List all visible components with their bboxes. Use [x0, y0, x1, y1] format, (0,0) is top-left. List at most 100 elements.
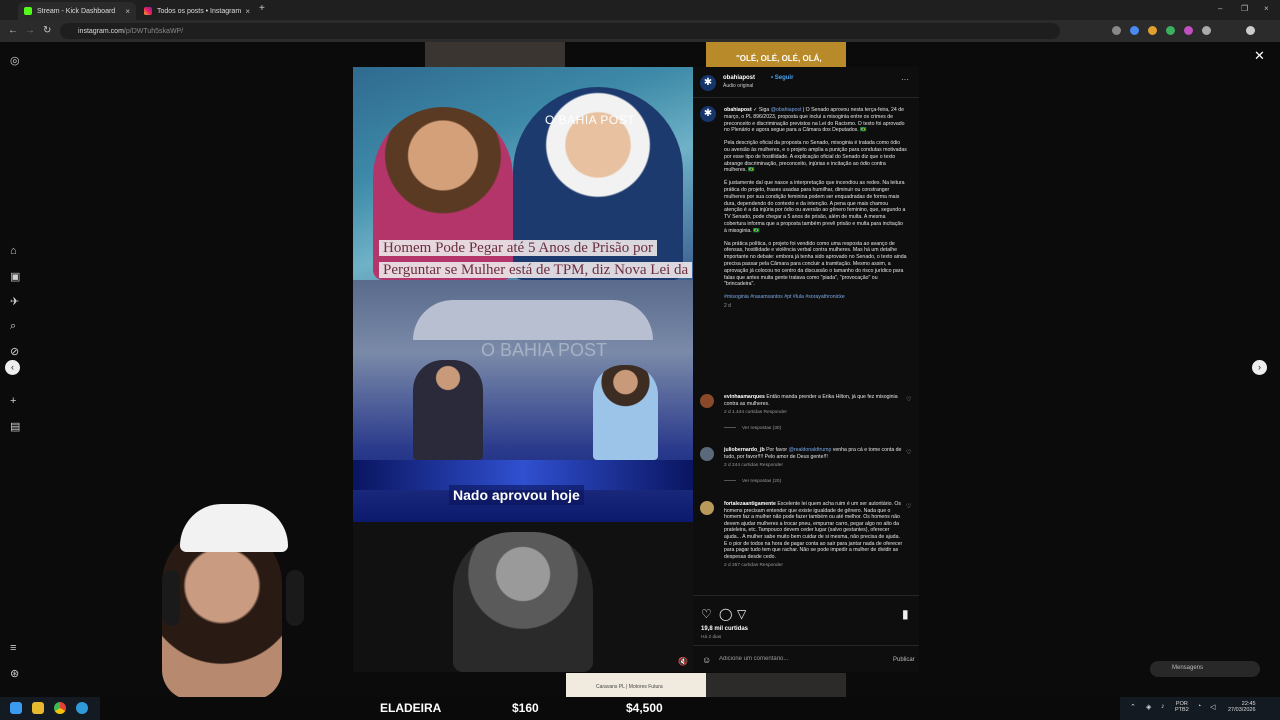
extension-icon[interactable] — [1184, 26, 1193, 35]
news-anchor-figure — [593, 365, 658, 460]
instagram-logo-icon[interactable]: ◎ — [10, 54, 20, 67]
post-caption: obahiapost ✓ Siga @obahiapost | O Senado… — [724, 107, 907, 310]
extensions-puzzle-icon[interactable] — [1202, 26, 1211, 35]
streamer-cap — [180, 504, 288, 552]
author-username[interactable]: obahiapost — [723, 75, 755, 81]
clock[interactable]: 22:45 27/03/2026 — [1228, 701, 1256, 713]
tab-close-icon[interactable]: × — [245, 7, 250, 16]
commenter-username[interactable]: evinhaamarques — [724, 394, 765, 400]
emoji-icon[interactable]: ☺ — [702, 655, 711, 665]
heart-icon[interactable]: ♡ — [906, 503, 911, 510]
previous-post-icon[interactable]: ‹ — [5, 360, 20, 375]
comment-icon[interactable]: ◯ — [719, 607, 732, 621]
network-icon[interactable]: ◈ — [1146, 703, 1151, 711]
comment-meta[interactable]: 2 d 1.444 curtidas Responder — [724, 410, 904, 417]
extension-icon[interactable] — [1166, 26, 1175, 35]
chevron-up-icon[interactable]: ⌃ — [1130, 703, 1136, 711]
chrome-icon[interactable] — [54, 702, 66, 714]
heart-icon[interactable]: ♡ — [906, 449, 911, 456]
caption-mention[interactable]: @obahiapost — [771, 107, 802, 113]
extension-icon[interactable] — [1112, 26, 1121, 35]
back-button[interactable]: ← — [8, 25, 18, 36]
caption-time: 2 d — [724, 302, 731, 309]
wifi-icon[interactable]: ◔ — [1197, 703, 1201, 710]
background-post-text: "OLÉ, OLÉ, OLÉ, OLÁ, — [736, 54, 822, 63]
divider — [693, 645, 919, 646]
comment-meta[interactable]: 2 d 244 curtidas Responder — [724, 463, 904, 470]
commenter-username[interactable]: fortalezaantigamente — [724, 501, 776, 507]
extension-icon[interactable] — [1130, 26, 1139, 35]
likes-count[interactable]: 19,8 mil curtidas — [701, 626, 748, 632]
share-icon[interactable]: ▽ — [737, 607, 746, 621]
news-video-frame: O BAHIA POST Nado aprovou hoje — [353, 280, 693, 522]
messages-icon[interactable]: ✈ — [10, 295, 19, 308]
post-age: Há 2 dias — [701, 635, 722, 640]
url-input[interactable]: instagram.com/p/DWTuh5skaWP/ — [60, 23, 1060, 39]
menu-icon[interactable]: ≡ — [10, 642, 16, 654]
create-icon[interactable]: + — [10, 395, 16, 407]
extension-icon[interactable] — [1148, 26, 1157, 35]
divider — [693, 97, 919, 98]
audio-label[interactable]: Áudio original — [723, 83, 753, 89]
headset-right — [286, 570, 304, 626]
post-image: O BAHIA POST Homem Pode Pegar até 5 Anos… — [353, 67, 693, 300]
tab-instagram[interactable]: Todos os posts • Instagram × — [138, 2, 256, 20]
caption-username[interactable]: obahiapost — [724, 107, 752, 113]
comment-mention[interactable]: @realdonaldtrump — [789, 447, 832, 453]
view-replies-button[interactable]: Ver respostas (30) — [724, 426, 904, 433]
volume-icon[interactable]: ◁ — [1210, 703, 1215, 711]
divider — [693, 595, 919, 596]
commenter-avatar[interactable] — [700, 394, 714, 408]
profile-avatar-icon[interactable] — [1246, 26, 1255, 35]
window-close-button[interactable]: × — [1264, 4, 1269, 13]
reels-icon[interactable]: ▣ — [10, 270, 20, 283]
heart-icon[interactable]: ♡ — [906, 396, 911, 403]
view-replies-button[interactable]: Ver respostas (20) — [724, 479, 904, 486]
mic-icon[interactable]: ♪ — [1161, 703, 1165, 710]
close-viewer-icon[interactable]: ✕ — [1254, 48, 1265, 64]
like-icon[interactable]: ♡ — [701, 607, 712, 621]
edge-icon[interactable] — [76, 702, 88, 714]
next-post-icon[interactable]: › — [1252, 360, 1267, 375]
author-avatar[interactable]: ✱ — [700, 75, 716, 91]
post-media[interactable]: O BAHIA POST Homem Pode Pegar até 5 Anos… — [353, 67, 693, 672]
threads-icon[interactable]: ⊛ — [10, 667, 19, 680]
more-options-icon[interactable]: ··· — [901, 75, 909, 84]
bahia-post-watermark: O BAHIA POST — [481, 340, 608, 360]
caption-prefix: ✓ Siga — [751, 107, 771, 113]
reload-button[interactable]: ↻ — [43, 25, 51, 36]
tab-kick-dashboard[interactable]: Stream - Kick Dashboard × — [18, 2, 136, 20]
streamer-webcam — [100, 500, 380, 700]
publish-button[interactable]: Publicar — [893, 657, 915, 663]
keyboard-language[interactable]: POR PTB2 — [1175, 701, 1189, 713]
restore-button[interactable]: ❐ — [1241, 4, 1248, 13]
save-icon[interactable]: ▮ — [902, 607, 909, 621]
background-post-thumbnail: "OLÉ, OLÉ, OLÉ, OLÁ, — [706, 42, 846, 67]
minimize-button[interactable]: – — [1218, 4, 1222, 13]
follow-button[interactable]: • Seguir — [771, 75, 793, 81]
ticker-item: $4,500 — [626, 701, 663, 715]
ticker-item: $160 — [512, 701, 539, 715]
mute-icon[interactable]: 🔇 — [678, 657, 688, 666]
search-icon[interactable]: ⌕ — [10, 320, 16, 333]
start-icon[interactable] — [10, 702, 22, 714]
bahia-post-watermark: O BAHIA POST — [545, 113, 636, 127]
new-tab-button[interactable]: + — [259, 3, 265, 14]
messages-bubble[interactable]: Mensagens — [1150, 661, 1260, 677]
commenter-avatar[interactable] — [700, 501, 714, 515]
commenter-avatar[interactable] — [700, 447, 714, 461]
comment-body: fortalezaantigamente Excelente lei quem … — [724, 501, 904, 570]
comment-input[interactable] — [719, 656, 879, 662]
news-anchor-figure — [413, 360, 483, 460]
forward-button[interactable]: → — [25, 25, 35, 36]
dashboard-icon[interactable]: ▤ — [10, 420, 20, 433]
commenter-username[interactable]: juliobernardo_jb — [724, 447, 765, 453]
home-icon[interactable]: ⌂ — [10, 245, 17, 257]
file-explorer-icon[interactable] — [32, 702, 44, 714]
caption-avatar[interactable]: ✱ — [700, 106, 716, 122]
caption-hashtags[interactable]: #misoginia #rasamsantos #pt #lula #soray… — [724, 294, 907, 301]
tab-close-icon[interactable]: × — [125, 7, 130, 16]
caption-paragraph: Na prática política, o projeto foi vendi… — [724, 240, 907, 288]
comment-meta[interactable]: 2 d 257 curtidas Responder — [724, 563, 904, 570]
explore-icon[interactable]: ⊘ — [10, 345, 19, 358]
